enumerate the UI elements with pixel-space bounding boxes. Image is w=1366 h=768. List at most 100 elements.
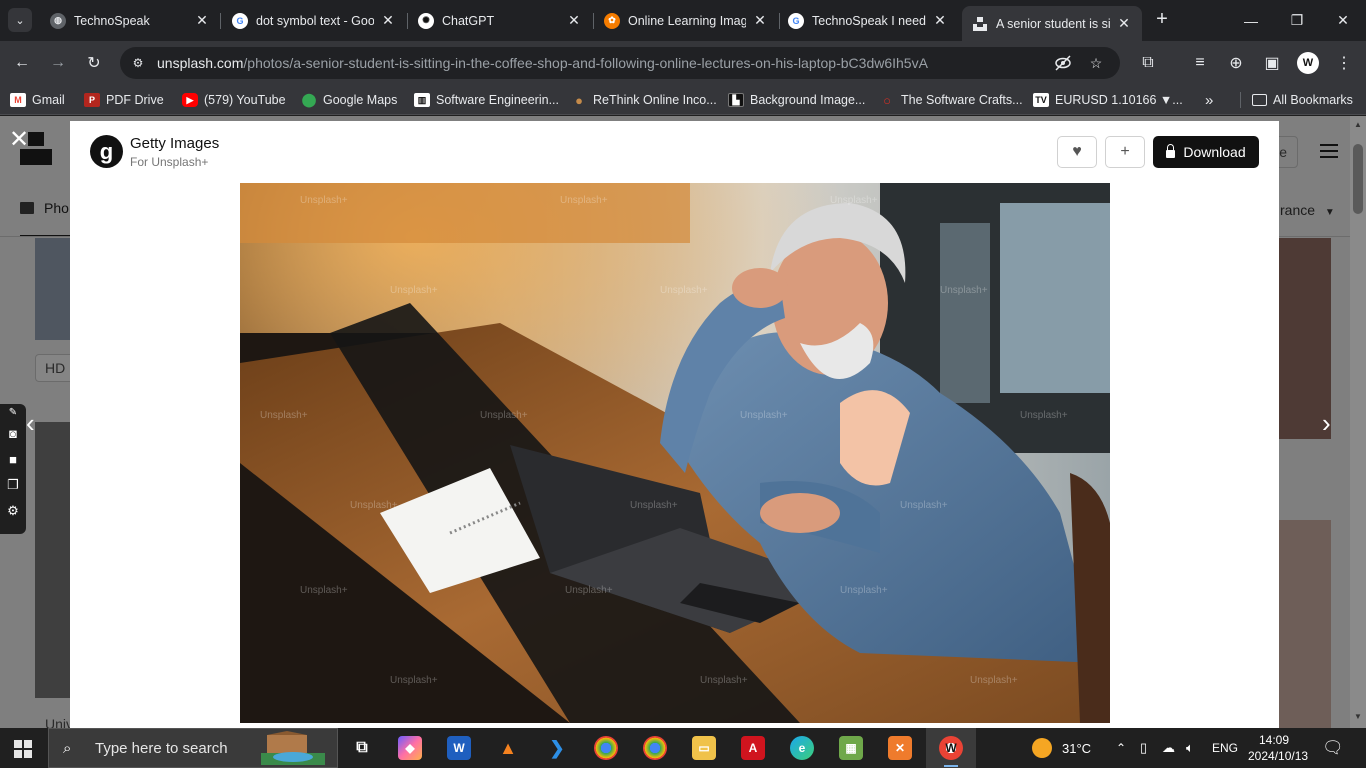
- notification-icon: 🗨︎: [1322, 738, 1344, 757]
- new-tab-button[interactable]: +: [1150, 8, 1174, 32]
- close-icon[interactable]: ✕: [1116, 15, 1132, 32]
- tab-senior-student[interactable]: A senior student is sit ✕: [962, 6, 1142, 41]
- close-icon[interactable]: ✕: [194, 12, 210, 29]
- watermark-text: Unsplash+: [350, 500, 398, 511]
- excel-chart-icon[interactable]: ▦: [839, 736, 863, 760]
- bookmark-pdf-drive[interactable]: P PDF Drive: [84, 91, 164, 109]
- video-camera-icon[interactable]: ■: [0, 446, 26, 472]
- getty-images-logo[interactable]: g: [90, 135, 123, 168]
- tab-title: TechnoSpeak: [74, 13, 150, 28]
- download-button[interactable]: Download: [1153, 136, 1259, 168]
- downloads-button[interactable]: ⊕: [1222, 49, 1250, 77]
- next-photo-button[interactable]: ›: [1322, 408, 1331, 439]
- tab-online-learning[interactable]: ✿ Online Learning Imag ✕: [594, 6, 778, 35]
- language-indicator[interactable]: ENG: [1212, 728, 1238, 768]
- background-photo-tile[interactable]: [35, 238, 70, 340]
- main-photo[interactable]: Unsplash+ Unsplash+ Unsplash+ Unsplash+ …: [240, 183, 1110, 723]
- scrollbar-thumb[interactable]: [1353, 144, 1363, 214]
- author-name[interactable]: Getty Images: [130, 135, 219, 152]
- tab-dot-symbol[interactable]: G dot symbol text - Goo ✕: [222, 6, 406, 35]
- site-settings-icon[interactable]: ⚙: [128, 53, 148, 73]
- bookmark-eurusd[interactable]: TV EURUSD 1.10166 ▼...: [1033, 91, 1183, 109]
- scroll-down-icon[interactable]: ▼: [1350, 712, 1366, 726]
- chrome-icon[interactable]: [594, 736, 618, 760]
- gear-icon[interactable]: ⚙: [0, 498, 26, 524]
- url-text[interactable]: unsplash.com/photos/a-senior-student-is-…: [157, 55, 928, 71]
- bookmark-background-image[interactable]: ▙ Background Image...: [728, 91, 865, 109]
- close-modal-button[interactable]: ✕: [9, 128, 29, 152]
- forward-button[interactable]: →: [44, 49, 72, 77]
- background-photo-tile[interactable]: [1279, 520, 1331, 728]
- hamburger-menu-icon[interactable]: [1320, 144, 1338, 158]
- copilot-icon[interactable]: ◆: [398, 736, 422, 760]
- bookmark-google-maps[interactable]: ⬤ Google Maps: [301, 91, 398, 109]
- bookmark-gmail[interactable]: M Gmail: [10, 91, 65, 109]
- windows-start-button[interactable]: [14, 740, 32, 758]
- edge-icon[interactable]: e: [790, 736, 814, 760]
- chrome-active-icon[interactable]: W: [939, 736, 963, 760]
- chrome-profile-icon[interactable]: [643, 736, 667, 760]
- add-to-collection-button[interactable]: +: [1105, 136, 1145, 168]
- background-photos-tab[interactable]: Pho: [20, 200, 69, 216]
- tab-technospeak-need[interactable]: G TechnoSpeak I need a ✕: [778, 6, 958, 35]
- page-scrollbar[interactable]: ▲ ▼: [1350, 116, 1366, 728]
- device-icon[interactable]: ▯: [1140, 728, 1147, 768]
- vlc-icon[interactable]: ▲: [496, 736, 520, 760]
- media-button[interactable]: ≡: [1186, 49, 1214, 77]
- tab-chatgpt[interactable]: ✺ ChatGPT ✕: [408, 6, 592, 35]
- gmail-icon: M: [10, 93, 26, 107]
- extensions-button[interactable]: ⧉: [1134, 49, 1162, 77]
- close-icon[interactable]: ✕: [752, 12, 768, 29]
- previous-photo-button[interactable]: ‹: [26, 408, 35, 439]
- file-explorer-icon[interactable]: ▭: [692, 736, 716, 760]
- system-clock[interactable]: 14:09 2024/10/13: [1248, 732, 1308, 764]
- address-bar[interactable]: ⚙ unsplash.com/photos/a-senior-student-i…: [120, 47, 1120, 79]
- pen-icon[interactable]: ✎: [0, 404, 26, 420]
- tab-technospeak[interactable]: ◍ TechnoSpeak ✕: [40, 6, 220, 35]
- vscode-icon[interactable]: ❯: [545, 736, 569, 760]
- eye-off-icon[interactable]: [1053, 53, 1073, 73]
- word-icon[interactable]: W: [447, 736, 471, 760]
- bookmark-rethink[interactable]: ● ReThink Online Inco...: [571, 91, 717, 109]
- background-photo-tile[interactable]: [35, 422, 70, 698]
- close-icon[interactable]: ✕: [566, 12, 582, 29]
- weather-widget[interactable]: 31°C: [1032, 728, 1091, 768]
- taskbar-search-box[interactable]: ⌕ Type here to search: [48, 728, 338, 768]
- menu-button[interactable]: ⋮: [1330, 49, 1358, 77]
- close-icon[interactable]: ✕: [380, 12, 396, 29]
- xampp-icon[interactable]: ✕: [888, 736, 912, 760]
- tab-search-button[interactable]: ⌄: [8, 8, 32, 32]
- bookmark-software-engineering[interactable]: ▥ Software Engineerin...: [414, 91, 559, 109]
- back-button[interactable]: ←: [8, 49, 36, 77]
- bookmark-label: Background Image...: [750, 93, 866, 107]
- network-icon[interactable]: ☁: [1162, 728, 1175, 768]
- tradingview-icon: TV: [1033, 93, 1049, 107]
- scroll-up-icon[interactable]: ▲: [1350, 120, 1366, 134]
- like-button[interactable]: ♥: [1057, 136, 1097, 168]
- chevron-double-right-icon: »: [1205, 91, 1214, 109]
- all-bookmarks-button[interactable]: All Bookmarks: [1252, 91, 1353, 109]
- task-view-icon[interactable]: ⧉: [350, 736, 374, 760]
- reload-button[interactable]: ↻: [80, 49, 108, 77]
- watermark-text: Unsplash+: [840, 585, 888, 596]
- close-icon[interactable]: ✕: [932, 12, 948, 29]
- volume-icon[interactable]: 🔈︎: [1186, 728, 1194, 768]
- camera-icon[interactable]: ◙: [0, 420, 26, 446]
- restore-button[interactable]: ❐: [1274, 0, 1320, 41]
- star-icon[interactable]: ☆: [1086, 53, 1106, 73]
- notification-button[interactable]: 🗨︎: [1322, 728, 1344, 768]
- show-hidden-icons[interactable]: ⌃: [1116, 728, 1126, 768]
- more-bookmarks-button[interactable]: »: [1205, 91, 1213, 109]
- bookmark-software-craftsman[interactable]: ○ The Software Crafts...: [879, 91, 1023, 109]
- profile-button[interactable]: W: [1294, 49, 1322, 77]
- tab-label: Pho: [44, 200, 69, 216]
- chevron-down-icon: ⌄: [15, 14, 25, 27]
- close-window-button[interactable]: ✕: [1320, 0, 1366, 41]
- side-panel-button[interactable]: ▣: [1258, 49, 1286, 77]
- bookmark-youtube[interactable]: ▶ (579) YouTube: [182, 91, 286, 109]
- background-filter[interactable]: rance ▼: [1280, 202, 1335, 218]
- watermark-text: Unsplash+: [260, 410, 308, 421]
- copy-icon[interactable]: ❐: [0, 472, 26, 498]
- minimize-button[interactable]: —: [1228, 0, 1274, 41]
- acrobat-icon[interactable]: A: [741, 736, 765, 760]
